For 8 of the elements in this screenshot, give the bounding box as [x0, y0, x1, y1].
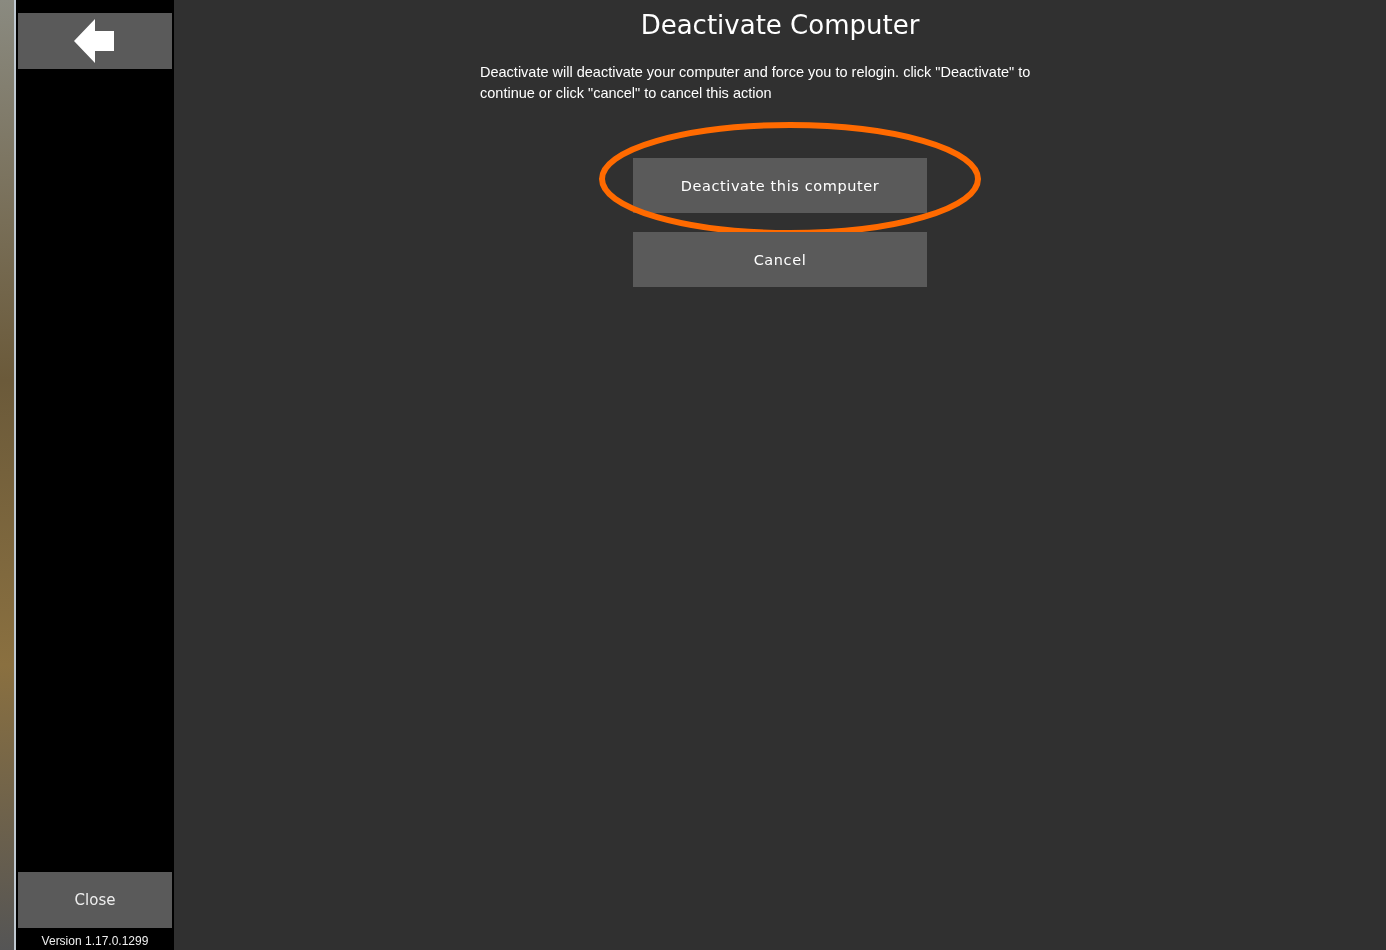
version-label: Version 1.17.0.1299 — [40, 933, 150, 950]
dialog-title: Deactivate Computer — [640, 10, 920, 40]
deactivate-button[interactable]: Deactivate this computer — [633, 158, 927, 213]
dialog-message: Deactivate will deactivate your computer and force you to relogin. click "Deactivate" to continue or click "cancel" to cancel this action — [480, 63, 1032, 103]
back-arrow-icon — [74, 19, 116, 63]
close-button[interactable]: Close — [18, 872, 172, 928]
cancel-button[interactable]: Cancel — [633, 232, 927, 287]
back-button[interactable] — [18, 13, 172, 69]
